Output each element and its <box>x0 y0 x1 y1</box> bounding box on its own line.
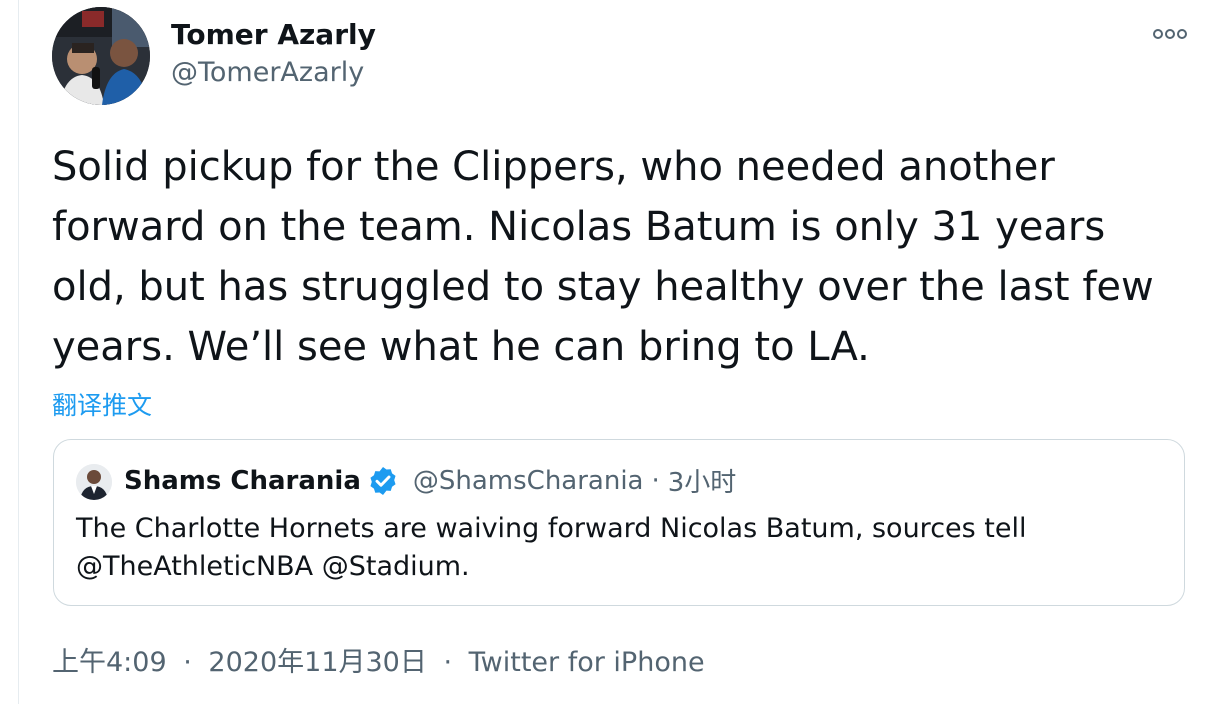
quoted-separator: · <box>651 465 660 496</box>
quoted-tweet-text: The Charlotte Hornets are waiving forwar… <box>76 513 1027 582</box>
author-avatar[interactable] <box>52 7 150 105</box>
tweet-source[interactable]: Twitter for iPhone <box>469 647 705 678</box>
tweet-date[interactable]: 2020年11月30日 <box>208 647 426 678</box>
tweet-text: Solid pickup for the Clippers, who neede… <box>52 144 1154 370</box>
meta-separator: · <box>183 647 192 678</box>
quoted-tweet-card[interactable]: Shams Charania @ShamsCharania · 3小时 The … <box>53 439 1185 606</box>
timeline-border <box>18 0 19 704</box>
quoted-tweet-header: Shams Charania @ShamsCharania · 3小时 <box>124 462 736 499</box>
verified-badge-icon <box>367 465 399 497</box>
more-horizontal-icon[interactable] <box>1150 22 1190 46</box>
tweet-time[interactable]: 上午4:09 <box>52 647 167 678</box>
quoted-author-handle: @ShamsCharania <box>412 465 644 496</box>
quoted-author-avatar <box>76 464 112 500</box>
quoted-tweet-time: 3小时 <box>667 468 737 498</box>
quoted-author-name: Shams Charania <box>124 465 361 496</box>
author-handle[interactable]: @TomerAzarly <box>171 57 364 88</box>
meta-separator: · <box>443 647 453 678</box>
author-display-name[interactable]: Tomer Azarly <box>171 18 376 51</box>
tweet-meta: 上午4:09 · 2020年11月30日 · Twitter for iPhon… <box>52 640 705 679</box>
translate-tweet-link[interactable]: 翻译推文 <box>52 386 152 422</box>
